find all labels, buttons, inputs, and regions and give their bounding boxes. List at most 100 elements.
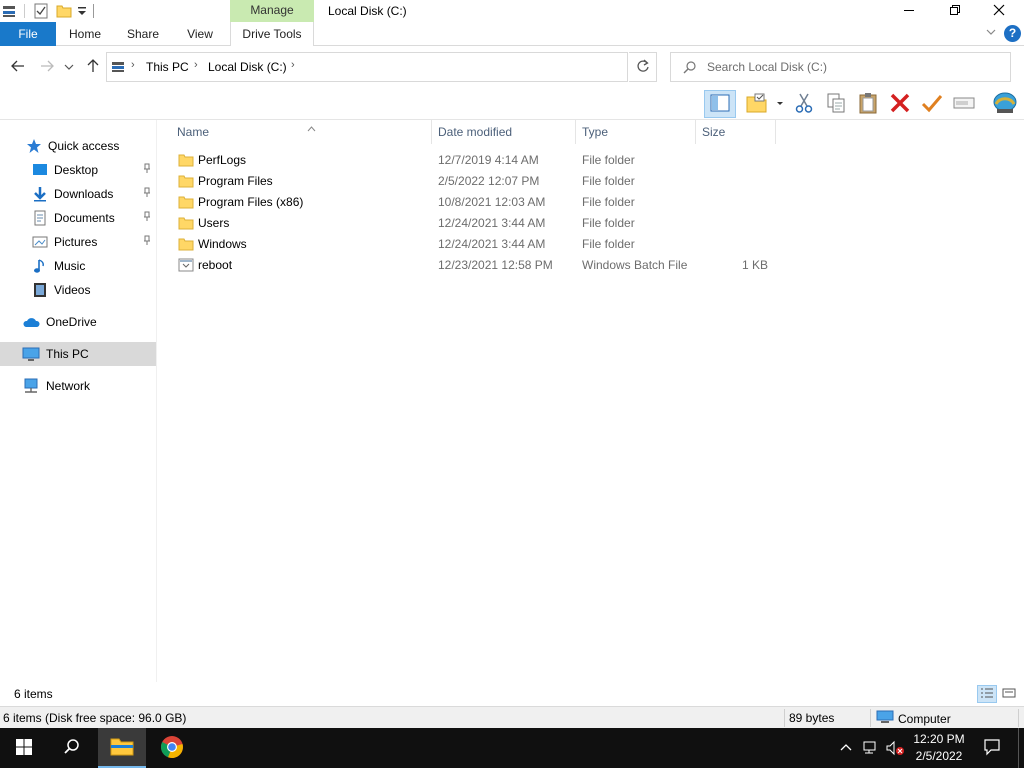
recent-locations-button[interactable]: [62, 57, 76, 77]
nav-item-documents[interactable]: Documents: [0, 206, 156, 230]
file-row[interactable]: Users 12/24/2021 3:44 AM File folder: [174, 213, 794, 234]
paste-button[interactable]: [854, 90, 882, 118]
close-button[interactable]: [976, 0, 1022, 22]
minimize-button[interactable]: [886, 0, 932, 22]
forward-button[interactable]: [37, 57, 57, 77]
restore-button[interactable]: [932, 0, 978, 22]
column-header-date[interactable]: Date modified: [432, 120, 576, 144]
taskbar-file-explorer[interactable]: [98, 728, 146, 768]
pin-icon[interactable]: [142, 162, 152, 177]
column-header-label: Type: [582, 125, 609, 139]
large-icons-view-button[interactable]: [999, 685, 1019, 703]
computer-icon: [22, 346, 40, 362]
file-name: Users: [198, 216, 230, 230]
pin-icon[interactable]: [142, 234, 152, 249]
new-folder-button[interactable]: [742, 90, 786, 118]
file-type: File folder: [582, 237, 635, 251]
manage-contextual-tab[interactable]: Manage: [230, 0, 314, 22]
action-center-button[interactable]: [978, 728, 1006, 768]
cut-button[interactable]: [790, 90, 818, 118]
file-name: Windows: [198, 237, 247, 251]
refresh-button[interactable]: [629, 52, 657, 82]
new-folder-quick-icon[interactable]: [56, 3, 72, 22]
search-box[interactable]: [670, 52, 1011, 82]
file-name: Program Files: [198, 174, 273, 188]
back-arrow-icon: [11, 59, 25, 76]
copy-button[interactable]: [822, 90, 850, 118]
file-list: Name Date modified Type Size PerfLogs 12…: [160, 120, 1024, 682]
breadcrumb-separator[interactable]: ›: [131, 59, 135, 71]
tab-home[interactable]: Home: [60, 22, 110, 46]
restore-icon: [949, 3, 961, 19]
nav-item-desktop[interactable]: Desktop: [0, 158, 156, 182]
pin-icon[interactable]: [142, 186, 152, 201]
file-row[interactable]: reboot 12/23/2021 12:58 PM Windows Batch…: [174, 255, 794, 276]
network-status-icon[interactable]: [862, 740, 880, 759]
apply-button[interactable]: [918, 90, 946, 118]
status-separator: [1018, 709, 1019, 727]
file-row[interactable]: Program Files (x86) 10/8/2021 12:03 AM F…: [174, 192, 794, 213]
windows-logo-icon: [15, 738, 33, 759]
this-pc-small-icon[interactable]: [2, 3, 18, 22]
location-label: Computer: [898, 711, 951, 726]
nav-quick-access[interactable]: Quick access: [0, 134, 156, 158]
breadcrumb-separator[interactable]: ›: [194, 59, 198, 71]
address-bar[interactable]: › This PC › Local Disk (C:) ›: [106, 52, 719, 82]
search-input[interactable]: [707, 58, 997, 76]
nav-item-label: Pictures: [54, 235, 98, 249]
expand-ribbon-chevron-icon[interactable]: [986, 27, 996, 40]
this-pc-location-icon: [111, 60, 127, 77]
column-header-name[interactable]: Name: [171, 120, 432, 144]
nav-item-downloads[interactable]: Downloads: [0, 182, 156, 206]
folder-icon: [178, 216, 194, 230]
preview-pane-button[interactable]: [704, 90, 736, 118]
show-hidden-icons-chevron-icon[interactable]: [839, 740, 853, 757]
taskbar-chrome[interactable]: [148, 728, 196, 768]
nav-item-music[interactable]: Music: [0, 254, 156, 278]
volume-muted-icon[interactable]: [885, 740, 905, 759]
nav-this-pc[interactable]: This PC: [0, 342, 156, 366]
file-row[interactable]: Windows 12/24/2021 3:44 AM File folder: [174, 234, 794, 255]
new-folder-icon: [744, 92, 784, 117]
file-row[interactable]: PerfLogs 12/7/2019 4:14 AM File folder: [174, 150, 794, 171]
taskbar-search-button[interactable]: [48, 728, 96, 768]
tab-drive-tools[interactable]: Drive Tools: [230, 22, 314, 46]
cut-icon: [793, 92, 815, 117]
status-bar: 6 items: [0, 682, 1024, 706]
file-date: 10/8/2021 12:03 AM: [438, 195, 546, 209]
column-header-size[interactable]: Size: [696, 120, 776, 144]
nav-item-label: Documents: [54, 211, 115, 225]
nav-item-label: Videos: [54, 283, 91, 297]
system-clock[interactable]: 12:20 PM 2/5/2022: [908, 731, 970, 765]
nav-item-videos[interactable]: Videos: [0, 278, 156, 302]
nav-onedrive[interactable]: OneDrive: [0, 310, 156, 334]
nav-network[interactable]: Network: [0, 374, 156, 398]
details-view-button[interactable]: [977, 685, 997, 703]
selection-size: 89 bytes: [789, 711, 835, 725]
back-button[interactable]: [8, 57, 28, 77]
properties-button[interactable]: [990, 90, 1020, 118]
tab-share[interactable]: Share: [118, 22, 168, 46]
tab-file[interactable]: File: [0, 22, 56, 46]
file-date: 12/7/2019 4:14 AM: [438, 153, 539, 167]
breadcrumb-this-pc[interactable]: This PC: [146, 60, 189, 74]
delete-button[interactable]: [886, 90, 914, 118]
status-separator: [784, 709, 785, 727]
breadcrumb-separator[interactable]: ›: [291, 59, 295, 71]
column-header-type[interactable]: Type: [576, 120, 696, 144]
file-row[interactable]: Program Files 2/5/2022 12:07 PM File fol…: [174, 171, 794, 192]
rename-button[interactable]: [950, 90, 978, 118]
pin-icon[interactable]: [142, 210, 152, 225]
start-button[interactable]: [0, 728, 48, 768]
properties-checkbox-icon[interactable]: [33, 3, 49, 22]
tab-view[interactable]: View: [175, 22, 225, 46]
show-desktop-button[interactable]: [1018, 728, 1024, 768]
command-toolbar: [0, 88, 1024, 120]
breadcrumb-local-disk[interactable]: Local Disk (C:): [208, 60, 287, 74]
file-date: 12/23/2021 12:58 PM: [438, 258, 553, 272]
help-button[interactable]: ?: [1004, 25, 1021, 42]
file-date: 2/5/2022 12:07 PM: [438, 174, 540, 188]
customize-quick-access-icon[interactable]: [76, 2, 88, 21]
up-button[interactable]: [83, 57, 103, 77]
nav-item-pictures[interactable]: Pictures: [0, 230, 156, 254]
